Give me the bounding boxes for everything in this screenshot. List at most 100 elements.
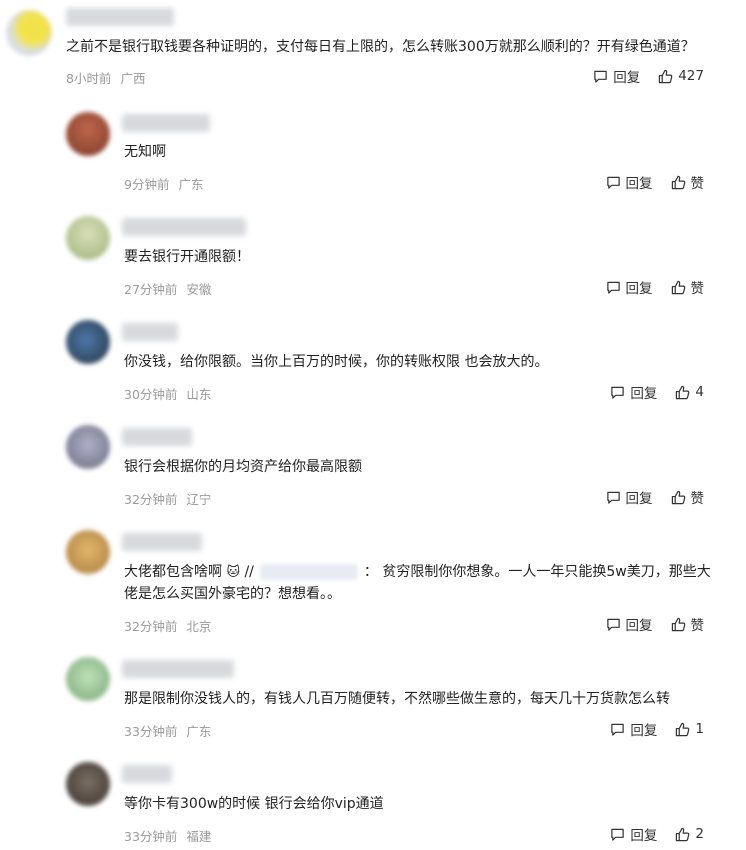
comment-icon: [606, 176, 620, 189]
like-count: 427: [678, 68, 704, 84]
reply-text: 你没钱，给你限额。当你上百万的时候，你的转账权限 也会放大的。: [124, 354, 549, 370]
username[interactable]: [122, 660, 234, 678]
thumbs-up-icon: [676, 722, 690, 736]
reply-label: 回复: [630, 828, 658, 844]
reply-label: 回复: [625, 281, 653, 297]
location: 安徽: [186, 282, 212, 297]
reply-text-continued: 佬是怎么买国外豪宅的？想想看。。: [124, 586, 341, 602]
reply-text-part: 大佬都包含啥啊: [124, 564, 222, 580]
reply-button[interactable]: 回复: [606, 614, 653, 634]
timestamp: 30分钟前: [124, 387, 178, 402]
reply-meta: 30分钟前 山东: [124, 384, 220, 403]
username[interactable]: [122, 323, 178, 341]
reply-meta: 32分钟前 北京: [124, 616, 220, 635]
username[interactable]: [122, 533, 202, 551]
like-button[interactable]: 1: [675, 721, 704, 737]
reply-text: 等你卡有300w的时候 银行会给你vip通道: [124, 796, 384, 812]
cat-emoji-icon: 🐱: [226, 565, 241, 580]
avatar[interactable]: [66, 530, 110, 574]
reply-button[interactable]: 回复: [610, 382, 657, 402]
username[interactable]: [122, 428, 192, 446]
reply-button[interactable]: 回复: [606, 172, 653, 192]
thumbs-up-icon: [676, 827, 690, 841]
reply-actions: 回复 4: [610, 382, 704, 402]
username[interactable]: [122, 218, 246, 236]
location: 北京: [186, 619, 212, 634]
like-button[interactable]: 赞: [671, 487, 705, 507]
reply-label: 回复: [630, 723, 658, 739]
avatar[interactable]: [6, 10, 52, 56]
reply-label: 回复: [613, 70, 641, 86]
reply-actions: 回复 赞: [606, 487, 705, 507]
avatar[interactable]: [66, 425, 110, 469]
avatar[interactable]: [66, 762, 110, 806]
comment-meta: 8小时前 广西: [66, 68, 154, 87]
location: 山东: [186, 387, 212, 402]
avatar[interactable]: [66, 657, 110, 701]
comment-thread: 之前不是银行取钱要各种证明的，支付每日有上限的，怎么转账300万就那么顺利的？开…: [0, 0, 746, 850]
reply-button[interactable]: 回复: [606, 277, 653, 297]
like-button[interactable]: 4: [675, 384, 704, 400]
reply-quote-text: ： 贫穷限制你你想象。一人一年只能换5w美刀，那些大: [363, 564, 711, 580]
timestamp: 32分钟前: [124, 492, 178, 507]
reply-meta: 33分钟前 广东: [124, 721, 220, 740]
username[interactable]: [122, 114, 210, 132]
location: 广东: [186, 724, 212, 739]
reply-text: 那是限制你没钱人的，有钱人几百万随便转，不然哪些做生意的，每天几十万货款怎么转: [124, 691, 670, 707]
timestamp: 32分钟前: [124, 619, 178, 634]
avatar[interactable]: [66, 112, 110, 156]
like-count: 1: [695, 721, 704, 737]
avatar[interactable]: [66, 320, 110, 364]
location: 辽宁: [186, 492, 212, 507]
avatar[interactable]: [66, 216, 110, 260]
like-count: 4: [695, 384, 704, 400]
like-button[interactable]: 赞: [671, 277, 705, 297]
reply-actions: 回复 赞: [606, 614, 705, 634]
reply-actions: 回复 赞: [606, 172, 705, 192]
like-label: 赞: [690, 281, 705, 297]
comment-icon: [611, 723, 625, 736]
thumbs-up-icon: [671, 490, 685, 504]
thumbs-up-icon: [659, 69, 673, 83]
comment-actions: 回复 427: [593, 66, 704, 86]
reply-text: 要去银行开通限额！: [124, 249, 250, 265]
reply-label: 回复: [625, 618, 653, 634]
reply-text: 银行会根据你的月均资产给你最高限额: [124, 459, 362, 475]
reply-actions: 回复 2: [610, 824, 704, 844]
timestamp: 33分钟前: [124, 829, 178, 844]
like-label: 赞: [690, 491, 705, 507]
username[interactable]: [66, 8, 174, 26]
reply-meta: 27分钟前 安徽: [124, 279, 220, 298]
reply-actions: 回复 赞: [606, 277, 705, 297]
comment-icon: [606, 491, 620, 504]
mention-link[interactable]: [259, 564, 358, 580]
reply-meta: 9分钟前 广东: [124, 174, 212, 193]
like-label: 赞: [690, 618, 705, 634]
timestamp: 27分钟前: [124, 282, 178, 297]
like-label: 赞: [690, 176, 705, 192]
thumbs-up-icon: [671, 175, 685, 189]
reply-label: 回复: [625, 491, 653, 507]
comment-icon: [611, 386, 625, 399]
reply-button[interactable]: 回复: [610, 719, 657, 739]
reply-label: 回复: [630, 386, 658, 402]
thumbs-up-icon: [676, 385, 690, 399]
location: 广西: [120, 71, 146, 86]
like-button[interactable]: 427: [658, 68, 704, 84]
like-button[interactable]: 2: [675, 826, 704, 842]
reply-separator: //: [244, 564, 254, 580]
like-button[interactable]: 赞: [671, 172, 705, 192]
comment-icon: [606, 281, 620, 294]
thumbs-up-icon: [671, 280, 685, 294]
comment-icon: [594, 70, 607, 83]
timestamp: 8小时前: [66, 71, 112, 86]
username[interactable]: [122, 765, 172, 783]
reply-button[interactable]: 回复: [610, 824, 657, 844]
location: 广东: [178, 177, 204, 192]
reply-text: 大佬都包含啥啊 🐱 // ： 贫穷限制你你想象。一人一年只能换5w美刀，那些大: [124, 561, 711, 584]
reply-button[interactable]: 回复: [606, 487, 653, 507]
reply-label: 回复: [625, 176, 653, 192]
reply-button[interactable]: 回复: [593, 66, 640, 86]
reply-meta: 33分钟前 福建: [124, 826, 220, 845]
like-button[interactable]: 赞: [671, 614, 705, 634]
